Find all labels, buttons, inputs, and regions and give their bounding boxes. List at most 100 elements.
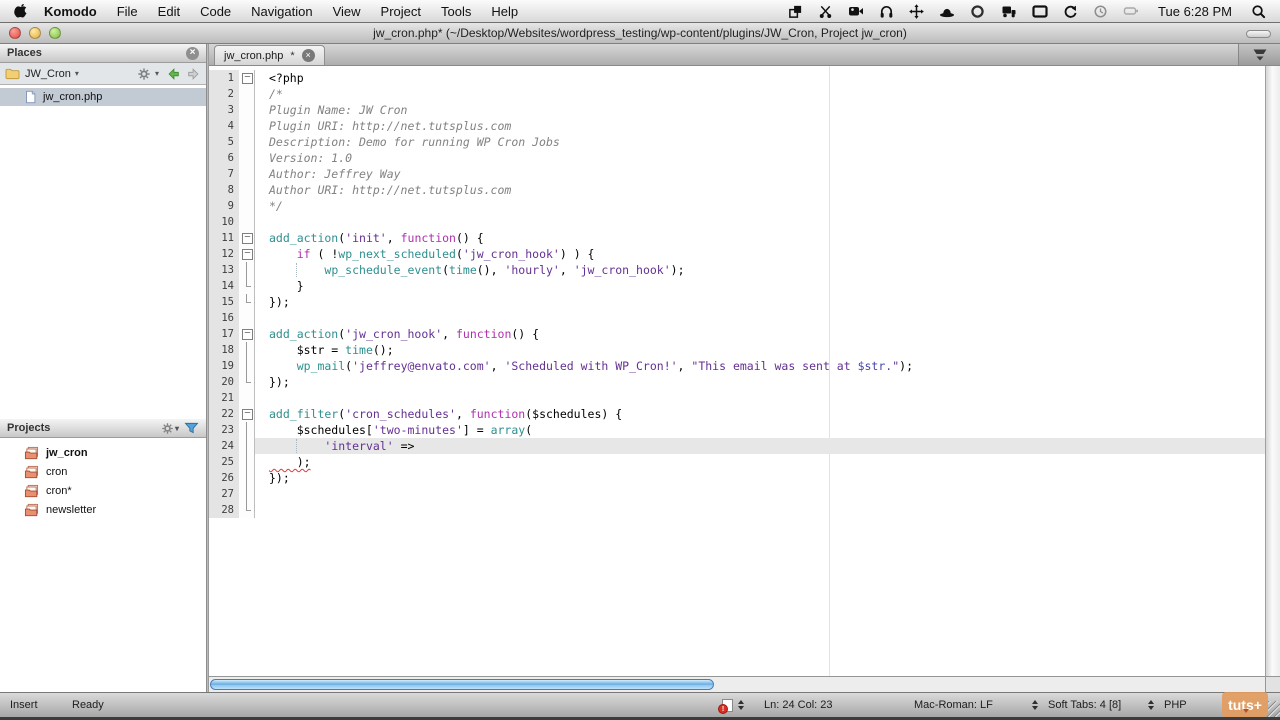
code-text[interactable]: <?php bbox=[255, 70, 1265, 86]
code-text[interactable]: wp_schedule_event(time(), 'hourly', 'jw_… bbox=[255, 262, 1265, 278]
line-number[interactable]: 19 bbox=[209, 358, 239, 374]
close-places-icon[interactable]: × bbox=[186, 46, 199, 60]
toolbar-toggle-button[interactable] bbox=[1246, 30, 1271, 38]
window-grab-icon[interactable] bbox=[788, 4, 803, 19]
battery-icon[interactable] bbox=[1123, 5, 1139, 17]
hat-icon[interactable] bbox=[939, 5, 955, 18]
apple-icon[interactable] bbox=[14, 3, 28, 19]
code-text[interactable]: if ( !wp_next_scheduled('jw_cron_hook') … bbox=[255, 246, 1265, 262]
project-item-cron[interactable]: cron bbox=[0, 462, 206, 481]
spotlight-icon[interactable] bbox=[1251, 4, 1266, 19]
menu-navigation[interactable]: Navigation bbox=[241, 4, 322, 19]
headphones-icon[interactable] bbox=[879, 4, 894, 19]
code-text[interactable] bbox=[255, 486, 1265, 502]
line-number[interactable]: 20 bbox=[209, 374, 239, 390]
places-folder-name[interactable]: JW_Cron bbox=[25, 68, 71, 80]
menu-help[interactable]: Help bbox=[481, 4, 528, 19]
tab-close-icon[interactable]: × bbox=[301, 49, 315, 62]
circle-icon[interactable] bbox=[970, 4, 985, 19]
code-text[interactable]: add_filter('cron_schedules', function($s… bbox=[255, 406, 1265, 422]
line-number[interactable]: 18 bbox=[209, 342, 239, 358]
language-indicator[interactable]: PHP bbox=[1154, 693, 1206, 717]
code-text[interactable] bbox=[255, 502, 1265, 518]
stepper-icon[interactable] bbox=[738, 697, 744, 713]
line-number[interactable]: 28 bbox=[209, 502, 239, 518]
code-text[interactable]: add_action('jw_cron_hook', function() { bbox=[255, 326, 1265, 342]
tab-settings-indicator[interactable]: Soft Tabs: 4 [8] bbox=[1038, 693, 1148, 717]
project-item-jw_cron[interactable]: jw_cron bbox=[0, 443, 206, 462]
menu-file[interactable]: File bbox=[107, 4, 148, 19]
gear-dropdown-icon[interactable]: ▾ bbox=[155, 69, 159, 78]
menu-komodo[interactable]: Komodo bbox=[34, 4, 107, 19]
gear-icon[interactable] bbox=[137, 67, 151, 81]
line-number[interactable]: 2 bbox=[209, 86, 239, 102]
gear-icon[interactable] bbox=[161, 422, 174, 435]
menu-code[interactable]: Code bbox=[190, 4, 241, 19]
camera-icon[interactable] bbox=[848, 4, 864, 18]
code-text[interactable]: Version: 1.0 bbox=[255, 150, 1265, 166]
close-window-button[interactable] bbox=[9, 27, 21, 39]
gear-dropdown-icon[interactable]: ▾ bbox=[175, 424, 179, 433]
line-number[interactable]: 16 bbox=[209, 310, 239, 326]
line-number[interactable]: 15 bbox=[209, 294, 239, 310]
tab-list-button[interactable] bbox=[1238, 44, 1280, 65]
code-text[interactable]: }); bbox=[255, 470, 1265, 486]
code-text[interactable]: Author URI: http://net.tutsplus.com bbox=[255, 182, 1265, 198]
code-text[interactable]: 'interval' => bbox=[255, 438, 1265, 454]
line-number[interactable]: 1 bbox=[209, 70, 239, 86]
forward-arrow-icon[interactable] bbox=[186, 67, 201, 81]
folder-dropdown-icon[interactable]: ▾ bbox=[75, 69, 79, 78]
code-text[interactable] bbox=[255, 310, 1265, 326]
filter-funnel-icon[interactable] bbox=[184, 422, 199, 434]
code-text[interactable]: add_action('init', function() { bbox=[255, 230, 1265, 246]
line-number[interactable]: 10 bbox=[209, 214, 239, 230]
minimize-window-button[interactable] bbox=[29, 27, 41, 39]
code-text[interactable]: ); bbox=[255, 454, 1265, 470]
line-number[interactable]: 26 bbox=[209, 470, 239, 486]
line-number[interactable]: 7 bbox=[209, 166, 239, 182]
fold-margin[interactable] bbox=[239, 406, 255, 422]
project-item-newsletter[interactable]: newsletter bbox=[0, 500, 206, 519]
code-text[interactable]: */ bbox=[255, 198, 1265, 214]
display-icon[interactable] bbox=[1032, 4, 1048, 18]
code-text[interactable]: $schedules['two-minutes'] = array( bbox=[255, 422, 1265, 438]
truck-icon[interactable] bbox=[1000, 4, 1017, 18]
code-text[interactable]: Author: Jeffrey Way bbox=[255, 166, 1265, 182]
encoding-indicator[interactable]: Mac-Roman: LF bbox=[904, 693, 1032, 717]
line-number[interactable]: 9 bbox=[209, 198, 239, 214]
line-number[interactable]: 12 bbox=[209, 246, 239, 262]
line-number[interactable]: 17 bbox=[209, 326, 239, 342]
line-number[interactable]: 3 bbox=[209, 102, 239, 118]
code-text[interactable]: Plugin URI: http://net.tutsplus.com bbox=[255, 118, 1265, 134]
code-editor[interactable]: 1 <?php 2 /* 3 Plugin Name: JW Cron 4 Plugin UR… bbox=[209, 66, 1280, 676]
fold-margin[interactable] bbox=[239, 70, 255, 86]
line-number[interactable]: 4 bbox=[209, 118, 239, 134]
code-text[interactable]: Plugin Name: JW Cron bbox=[255, 102, 1265, 118]
line-number[interactable]: 27 bbox=[209, 486, 239, 502]
fold-margin[interactable] bbox=[239, 230, 255, 246]
scissors-icon[interactable] bbox=[818, 4, 833, 19]
line-number[interactable]: 25 bbox=[209, 454, 239, 470]
line-number[interactable]: 21 bbox=[209, 390, 239, 406]
fold-margin[interactable] bbox=[239, 326, 255, 342]
sync-icon[interactable] bbox=[1063, 4, 1078, 19]
code-text[interactable]: } bbox=[255, 278, 1265, 294]
project-item-cron[interactable]: cron* bbox=[0, 481, 206, 500]
syntax-error-icon[interactable]: ! bbox=[718, 698, 733, 714]
line-number[interactable]: 14 bbox=[209, 278, 239, 294]
line-number[interactable]: 13 bbox=[209, 262, 239, 278]
line-number[interactable]: 5 bbox=[209, 134, 239, 150]
code-text[interactable]: }); bbox=[255, 294, 1265, 310]
line-number[interactable]: 22 bbox=[209, 406, 239, 422]
fold-margin[interactable] bbox=[239, 246, 255, 262]
syntax-check-section[interactable]: ! bbox=[712, 693, 754, 717]
window-title-bar[interactable]: jw_cron.php* (~/Desktop/Websites/wordpre… bbox=[0, 23, 1280, 44]
tab-jw-cron[interactable]: jw_cron.php * × bbox=[214, 45, 325, 65]
code-text[interactable] bbox=[255, 390, 1265, 406]
time-machine-icon[interactable] bbox=[1093, 4, 1108, 19]
menu-project[interactable]: Project bbox=[371, 4, 431, 19]
code-text[interactable] bbox=[255, 214, 1265, 230]
line-number[interactable]: 6 bbox=[209, 150, 239, 166]
move-icon[interactable] bbox=[909, 3, 924, 19]
code-text[interactable]: wp_mail('jeffrey@envato.com', 'Scheduled… bbox=[255, 358, 1265, 374]
